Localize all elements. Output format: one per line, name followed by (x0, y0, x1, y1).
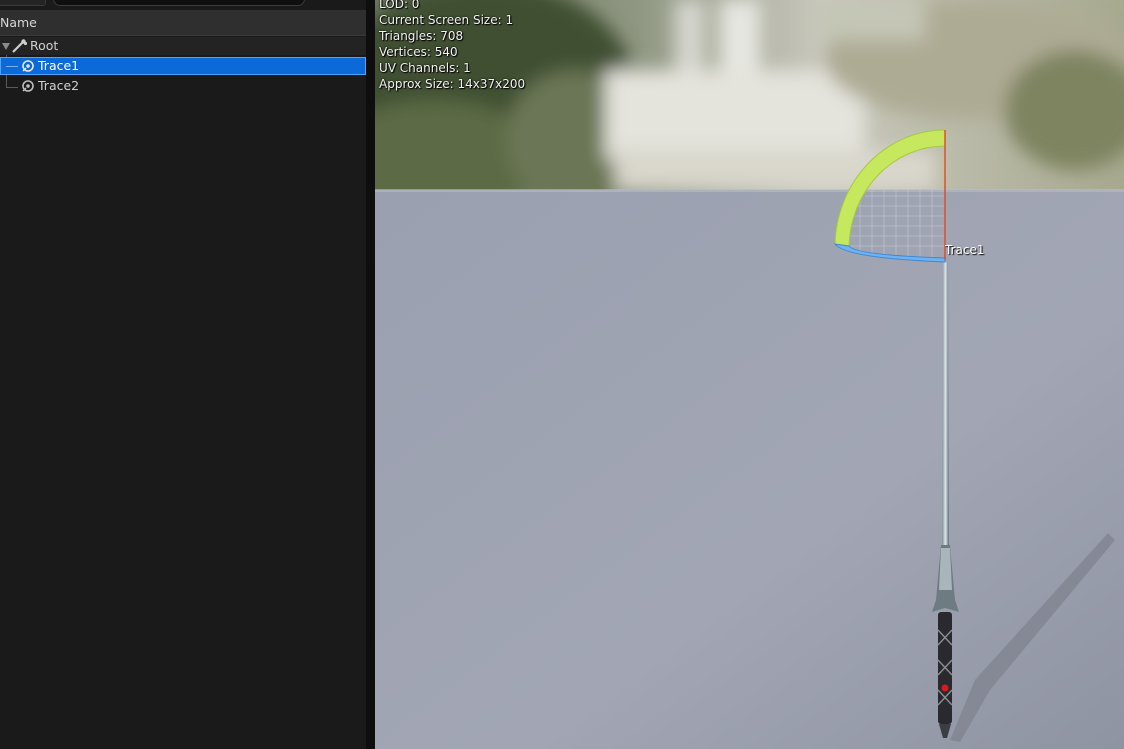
tree-connector (6, 87, 18, 88)
column-header-name[interactable]: Name (0, 10, 366, 36)
stat-lod: LOD: 0 (379, 0, 420, 11)
viewport-stats: LOD: 0 Current Screen Size: 1 Triangles:… (379, 0, 525, 92)
options-button[interactable] (0, 0, 46, 6)
tree-connector (6, 66, 18, 67)
tree-item-label: Trace1 (38, 58, 80, 73)
toolbar-strip (0, 0, 368, 8)
bone-icon (12, 39, 27, 53)
tree-item-trace2[interactable]: Trace2 (0, 77, 366, 95)
skeleton-tree-panel: Name Root Trace1 Trace2 (0, 0, 368, 749)
search-input[interactable] (53, 0, 305, 6)
tree-item-label: Trace2 (38, 78, 80, 93)
gizmo-grid (849, 190, 945, 260)
stat-approx-size: Approx Size: 14x37x200 (379, 77, 526, 91)
tree-item-trace1[interactable]: Trace1 (0, 57, 366, 75)
socket-icon (22, 60, 34, 72)
viewport[interactable]: LOD: 0 Current Screen Size: 1 Triangles:… (375, 0, 1124, 749)
expand-arrow-icon[interactable] (2, 43, 10, 50)
stat-screen-size: Current Screen Size: 1 (379, 13, 514, 27)
socket-label: Trace1 (945, 243, 985, 257)
column-header-label: Name (0, 15, 37, 30)
tree-item-root[interactable]: Root (0, 37, 366, 55)
gizmo-arc-green[interactable] (834, 129, 946, 247)
stat-triangles: Triangles: 708 (379, 29, 464, 43)
stat-vertices: Vertices: 540 (379, 45, 458, 59)
socket-icon (22, 80, 34, 92)
stat-uv-channels: UV Channels: 1 (379, 61, 471, 75)
panel-splitter[interactable] (366, 0, 375, 749)
tree-item-label: Root (30, 38, 59, 53)
gizmo-arc-blue[interactable] (833, 243, 946, 263)
socket-rotation-gizmo[interactable] (375, 0, 1124, 749)
